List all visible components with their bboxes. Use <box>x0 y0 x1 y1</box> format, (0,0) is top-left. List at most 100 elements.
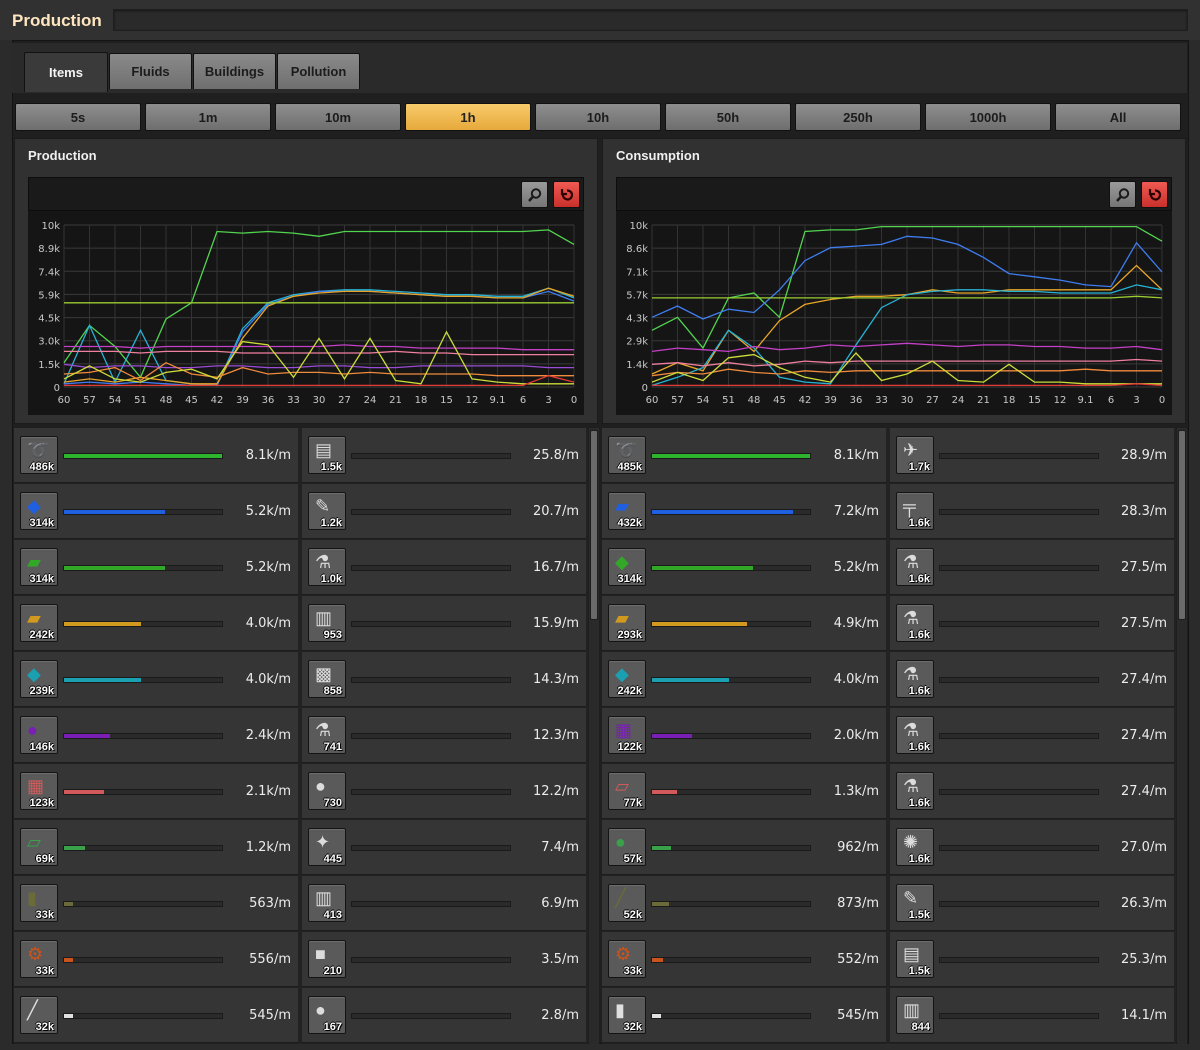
concrete-icon[interactable]: ■ 210 <box>308 940 346 978</box>
item-entry[interactable]: ● 146k 2.4k/m <box>14 708 298 763</box>
coal-icon[interactable]: ● 57k <box>608 828 646 866</box>
science-pack-icon[interactable]: ⚗ 1.0k <box>308 548 346 586</box>
scroll-thumb[interactable] <box>1178 430 1186 620</box>
military-pack-icon[interactable]: ⚗ 1.6k <box>896 660 934 698</box>
wall-icon[interactable]: ▥ 413 <box>308 884 346 922</box>
item-entry[interactable]: ▤ 1.5k 25.3/m <box>890 932 1174 987</box>
time-button-1000h[interactable]: 1000h <box>925 103 1051 131</box>
item-entry[interactable]: ╤ 1.6k 28.3/m <box>890 484 1174 539</box>
consumption-item-list[interactable]: ➰ 485k 8.1k/m ✈ 1.7k 28.9/m ▰ 432k 7.2k/m ╤ 1.6k 28… <box>602 428 1176 1044</box>
item-entry[interactable]: ▰ 314k 5.2k/m <box>14 540 298 595</box>
item-entry[interactable]: ➰ 485k 8.1k/m <box>602 428 886 483</box>
item-entry[interactable]: ▤ 1.5k 25.8/m <box>302 428 586 483</box>
item-entry[interactable]: ⚗ 1.6k 27.5/m <box>890 596 1174 651</box>
logistic-pack-icon[interactable]: ⚗ 1.6k <box>896 604 934 642</box>
tab-items[interactable]: Items <box>24 52 108 92</box>
iron-ore-icon[interactable]: ◆ 314k <box>608 548 646 586</box>
item-entry[interactable]: ▰ 293k 4.9k/m <box>602 596 886 651</box>
item-entry[interactable]: ╱ 32k 545/m <box>14 988 298 1043</box>
consumption-search-bar[interactable] <box>616 177 1172 211</box>
time-button-250h[interactable]: 250h <box>795 103 921 131</box>
item-entry[interactable]: ▱ 69k 1.2k/m <box>14 820 298 875</box>
item-entry[interactable]: ▥ 413 6.9/m <box>302 876 586 931</box>
search-icon[interactable] <box>1109 181 1136 208</box>
item-entry[interactable]: ⚗ 1.6k 27.4/m <box>890 764 1174 819</box>
item-entry[interactable]: ⚙ 33k 556/m <box>14 932 298 987</box>
item-entry[interactable]: ✦ 445 7.4/m <box>302 820 586 875</box>
item-entry[interactable]: ⚙ 33k 552/m <box>602 932 886 987</box>
item-entry[interactable]: ◆ 314k 5.2k/m <box>602 540 886 595</box>
steel-plate-icon[interactable]: ▱ 69k <box>20 828 58 866</box>
copper-plate-icon[interactable]: ▰ 242k <box>20 604 58 642</box>
chemical-pack-icon[interactable]: ⚗ 741 <box>308 716 346 754</box>
explosives-icon[interactable]: ▮ 32k <box>608 996 646 1034</box>
tab-pollution[interactable]: Pollution <box>277 53 360 89</box>
scroll-thumb[interactable] <box>590 430 598 620</box>
time-button-10h[interactable]: 10h <box>535 103 661 131</box>
reset-icon[interactable] <box>1141 181 1168 208</box>
grenade-icon[interactable]: ▥ 844 <box>896 996 934 1034</box>
uranium-ore-icon[interactable]: ● 167 <box>308 996 346 1034</box>
item-entry[interactable]: ⚗ 1.6k 27.4/m <box>890 652 1174 707</box>
electronic-circuit-icon[interactable]: ▦ 122k <box>608 716 646 754</box>
search-icon[interactable] <box>521 181 548 208</box>
time-button-1m[interactable]: 1m <box>145 103 271 131</box>
item-entry[interactable]: ✎ 1.2k 20.7/m <box>302 484 586 539</box>
production-item-list[interactable]: ➰ 486k 8.1k/m ▤ 1.5k 25.8/m ◆ 314k 5.2k/m ✎ 1.2k 20… <box>14 428 588 1044</box>
iron-gear-icon[interactable]: ⚙ 33k <box>608 940 646 978</box>
item-entry[interactable]: ◆ 242k 4.0k/m <box>602 652 886 707</box>
iron-gear-icon[interactable]: ⚙ 33k <box>20 940 58 978</box>
logistic-robot-icon[interactable]: ✈ 1.7k <box>896 436 934 474</box>
steel-plate-icon[interactable]: ▱ 77k <box>608 772 646 810</box>
time-button-all[interactable]: All <box>1055 103 1181 131</box>
tab-fluids[interactable]: Fluids <box>109 53 192 89</box>
iron-stick-icon[interactable]: ╱ 52k <box>608 884 646 922</box>
item-entry[interactable]: ▦ 122k 2.0k/m <box>602 708 886 763</box>
stone-icon[interactable]: ● 730 <box>308 772 346 810</box>
tab-buildings[interactable]: Buildings <box>193 53 276 89</box>
copper-cable-icon[interactable]: ➰ 485k <box>608 436 646 474</box>
drag-handle[interactable] <box>113 9 1188 31</box>
inserter-icon[interactable]: ✎ 1.5k <box>896 884 934 922</box>
iron-stick-icon[interactable]: ╱ 32k <box>20 996 58 1034</box>
advanced-circuit-icon[interactable]: ▤ 1.5k <box>308 436 346 474</box>
item-entry[interactable]: ▰ 432k 7.2k/m <box>602 484 886 539</box>
item-entry[interactable]: ▩ 858 14.3/m <box>302 652 586 707</box>
item-entry[interactable]: ◆ 314k 5.2k/m <box>14 484 298 539</box>
explosives-icon[interactable]: ▮ 33k <box>20 884 58 922</box>
iron-plate-icon[interactable]: ▰ 314k <box>20 548 58 586</box>
production-scrollbar[interactable] <box>589 428 599 1044</box>
utility-pack-icon[interactable]: ⚗ 1.6k <box>896 772 934 810</box>
battery-icon[interactable]: ✺ 1.6k <box>896 828 934 866</box>
item-entry[interactable]: ✎ 1.5k 26.3/m <box>890 876 1174 931</box>
inserter-icon[interactable]: ✎ 1.2k <box>308 492 346 530</box>
item-entry[interactable]: ⚗ 741 12.3/m <box>302 708 586 763</box>
item-entry[interactable]: ◆ 239k 4.0k/m <box>14 652 298 707</box>
copper-plate-icon[interactable]: ▰ 293k <box>608 604 646 642</box>
solar-panel-icon[interactable]: ✦ 445 <box>308 828 346 866</box>
item-entry[interactable]: ▥ 844 14.1/m <box>890 988 1174 1043</box>
copper-ore-icon[interactable]: ◆ 242k <box>608 660 646 698</box>
electronic-circuit-icon[interactable]: ▦ 123k <box>20 772 58 810</box>
engine-unit-icon[interactable]: ▩ 858 <box>308 660 346 698</box>
item-entry[interactable]: ■ 210 3.5/m <box>302 932 586 987</box>
item-entry[interactable]: ⚗ 1.0k 16.7/m <box>302 540 586 595</box>
time-button-50h[interactable]: 50h <box>665 103 791 131</box>
iron-plate-icon[interactable]: ▰ 432k <box>608 492 646 530</box>
automation-pack-icon[interactable]: ⚗ 1.6k <box>896 548 934 586</box>
item-entry[interactable]: ✺ 1.6k 27.0/m <box>890 820 1174 875</box>
time-button-10m[interactable]: 10m <box>275 103 401 131</box>
item-entry[interactable]: ➰ 486k 8.1k/m <box>14 428 298 483</box>
item-entry[interactable]: ▮ 33k 563/m <box>14 876 298 931</box>
production-pack-icon[interactable]: ⚗ 1.6k <box>896 716 934 754</box>
advanced-circuit-icon[interactable]: ▤ 1.5k <box>896 940 934 978</box>
pipe-icon[interactable]: ╤ 1.6k <box>896 492 934 530</box>
item-entry[interactable]: ⚗ 1.6k 27.5/m <box>890 540 1174 595</box>
iron-ore-icon[interactable]: ◆ 314k <box>20 492 58 530</box>
coal-icon[interactable]: ● 146k <box>20 716 58 754</box>
time-button-5s[interactable]: 5s <box>15 103 141 131</box>
reset-icon[interactable] <box>553 181 580 208</box>
item-entry[interactable]: ⚗ 1.6k 27.4/m <box>890 708 1174 763</box>
consumption-scrollbar[interactable] <box>1177 428 1187 1044</box>
item-entry[interactable]: ╱ 52k 873/m <box>602 876 886 931</box>
